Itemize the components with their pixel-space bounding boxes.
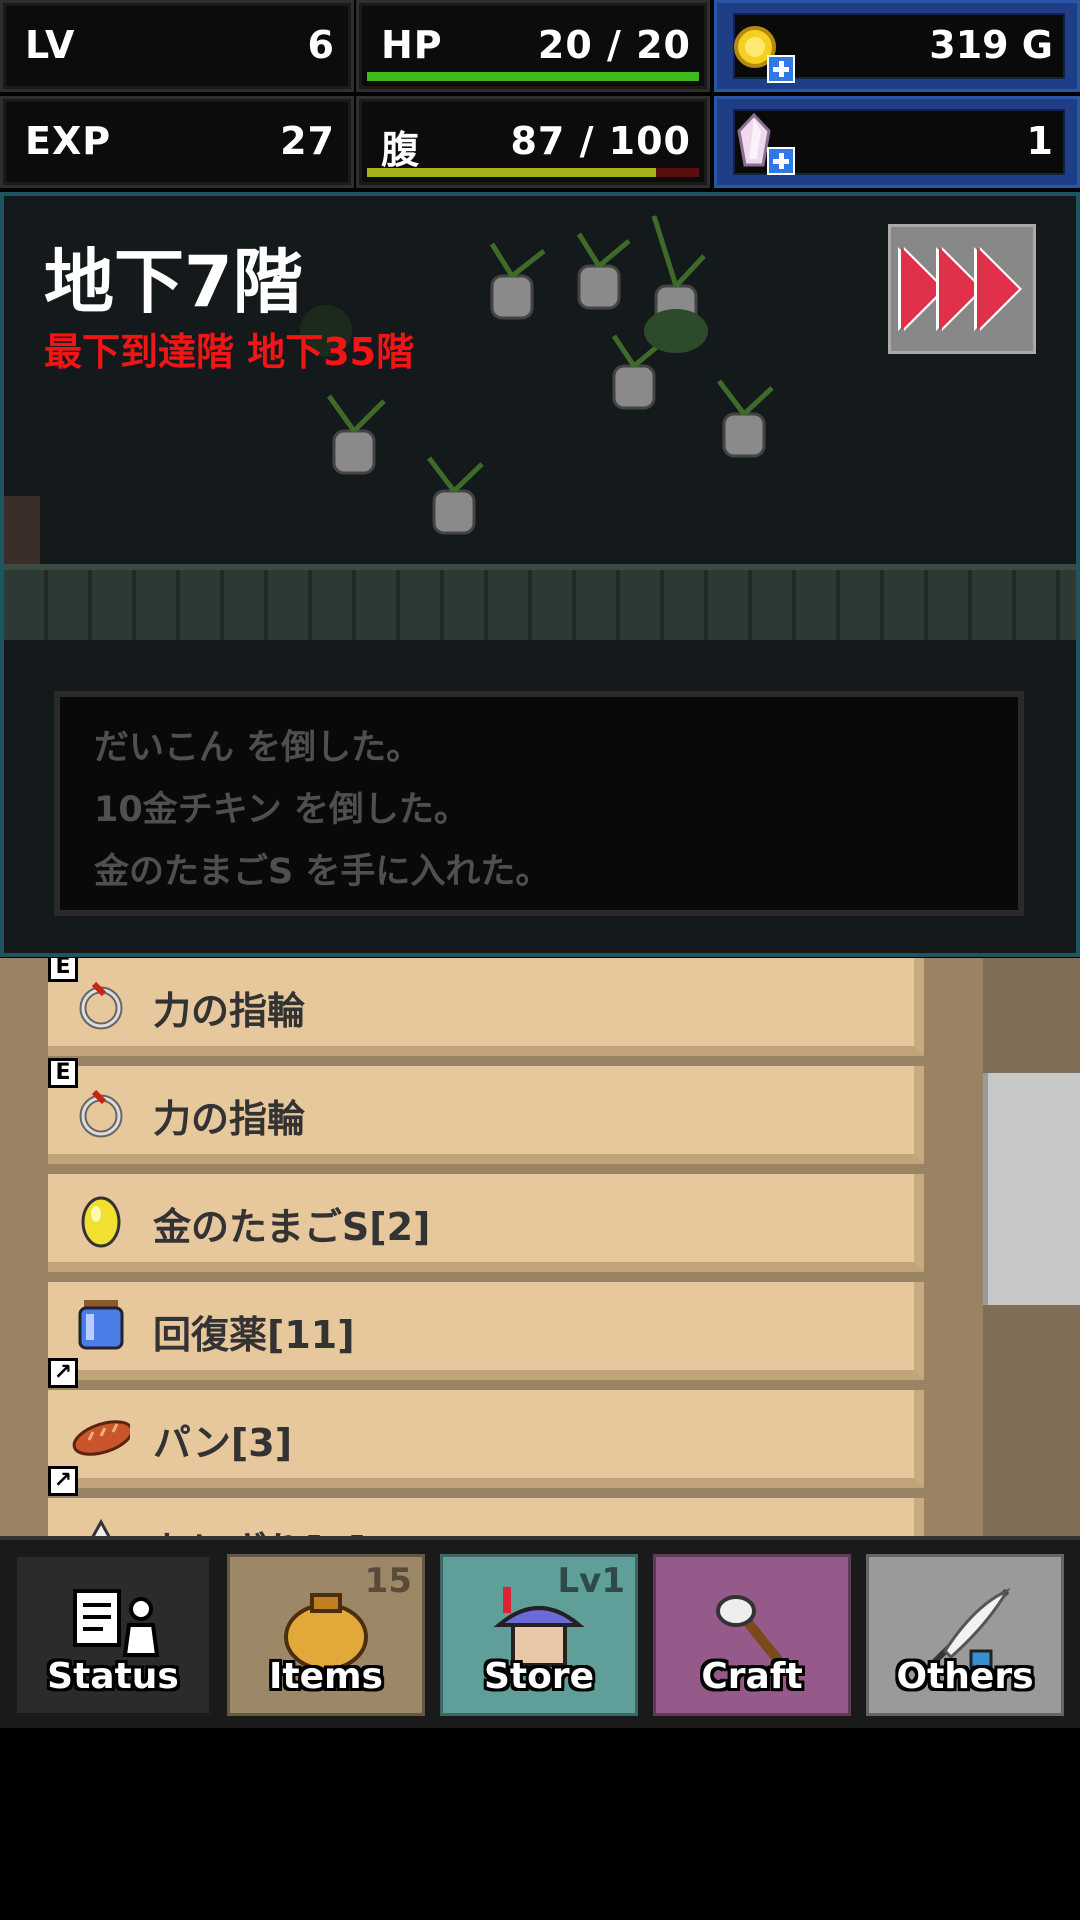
tab-status-label: Status xyxy=(47,1656,179,1697)
level-value: 6 xyxy=(307,23,335,67)
gem-box[interactable]: 1 xyxy=(714,96,1080,188)
tab-store-label: Store xyxy=(483,1656,595,1697)
list-item[interactable]: 金のたまごS[2] xyxy=(48,1174,924,1272)
floor-title: 地下7階 xyxy=(44,241,303,323)
tab-store[interactable]: Lv1 Store xyxy=(440,1554,638,1716)
dungeon-view: 地下7階 最下到達階 地下35階 だいこん を倒した。 10金チキン を倒した。… xyxy=(0,192,1080,957)
gold-box[interactable]: 319 G xyxy=(714,0,1080,92)
list-item[interactable]: パン[3] ↗ xyxy=(48,1390,924,1496)
riceball-icon xyxy=(90,1518,112,1538)
item-name: 金のたまごS[2] xyxy=(153,1205,431,1249)
log-line: だいこん を倒した。 xyxy=(94,728,422,768)
list-item[interactable]: 回復薬[11] ↗ xyxy=(48,1282,924,1388)
potion-bottle-icon xyxy=(78,1300,124,1350)
hunger-box: 腹 87 / 100 xyxy=(356,96,710,188)
hp-bar-fill xyxy=(367,72,699,81)
item-name: 力の指輪 xyxy=(153,989,306,1033)
hp-box: HP 20 / 20 xyxy=(356,0,710,92)
tab-items[interactable]: 15 Items xyxy=(227,1554,425,1716)
deepest-floor-label: 最下到達階 地下35階 xyxy=(44,330,415,374)
crystal-icon xyxy=(737,113,771,167)
golden-egg-icon xyxy=(81,1196,121,1248)
add-gold-icon[interactable] xyxy=(767,55,795,83)
shortcut-icon[interactable]: ↗ xyxy=(48,1466,78,1496)
item-name: 力の指輪 xyxy=(153,1097,306,1141)
list-item[interactable]: おにぎり[4] xyxy=(48,1498,924,1538)
hp-value: 20 / 20 xyxy=(537,23,691,67)
dungeon-floor-ground xyxy=(4,564,1076,640)
tab-status[interactable]: Status xyxy=(14,1554,212,1716)
gold-value: 319 G xyxy=(929,23,1053,67)
exp-value: 27 xyxy=(280,119,335,163)
tab-craft-label: Craft xyxy=(701,1656,803,1697)
level-box: LV 6 xyxy=(0,0,354,92)
hunger-bar xyxy=(367,168,699,177)
log-line: 金のたまごS を手に入れた。 xyxy=(94,852,551,892)
fast-forward-icon xyxy=(901,247,943,331)
exp-label: EXP xyxy=(25,119,112,163)
ring-icon xyxy=(79,981,123,1030)
battle-log: だいこん を倒した。 10金チキン を倒した。 金のたまごS を手に入れた。 xyxy=(54,691,1024,916)
status-icon xyxy=(73,1589,160,1657)
item-name: 回復薬[11] xyxy=(153,1313,355,1357)
side-door xyxy=(983,1073,1080,1305)
equipped-badge: E xyxy=(48,1058,78,1088)
shortcut-icon[interactable]: ↗ xyxy=(48,1358,78,1388)
hunger-label: 腹 xyxy=(381,128,421,172)
level-label: LV xyxy=(25,23,76,67)
add-gem-icon[interactable] xyxy=(767,147,795,175)
tab-others-label: Others xyxy=(896,1656,1034,1697)
list-item[interactable]: E 力の指輪 xyxy=(48,958,924,1056)
hunger-value: 87 / 100 xyxy=(510,119,691,163)
gem-value: 1 xyxy=(1026,119,1053,163)
log-line: 10金チキン を倒した。 xyxy=(94,790,469,830)
bottom-nav: Status 15 Items Lv1 Store Craft Others xyxy=(0,1536,1080,1728)
tab-craft[interactable]: Craft xyxy=(653,1554,851,1716)
item-list[interactable]: E 力の指輪 E 力の指輪 金のたまごS[2] 回復薬[11] ↗ パン[3] … xyxy=(0,958,1080,1538)
hp-bar xyxy=(367,72,699,81)
hp-label: HP xyxy=(381,23,443,67)
ring-icon xyxy=(79,1089,123,1138)
hunger-bar-fill xyxy=(367,168,656,177)
exp-box: EXP 27 xyxy=(0,96,354,188)
list-item[interactable]: E 力の指輪 xyxy=(48,1058,924,1164)
fast-forward-icon-3 xyxy=(977,247,1019,331)
fast-forward-icon-2 xyxy=(939,247,981,331)
fast-forward-button[interactable] xyxy=(888,224,1036,354)
tab-others[interactable]: Others xyxy=(866,1554,1064,1716)
tab-items-label: Items xyxy=(269,1656,383,1697)
bread-icon xyxy=(72,1420,130,1456)
item-name: パン[3] xyxy=(153,1421,293,1465)
